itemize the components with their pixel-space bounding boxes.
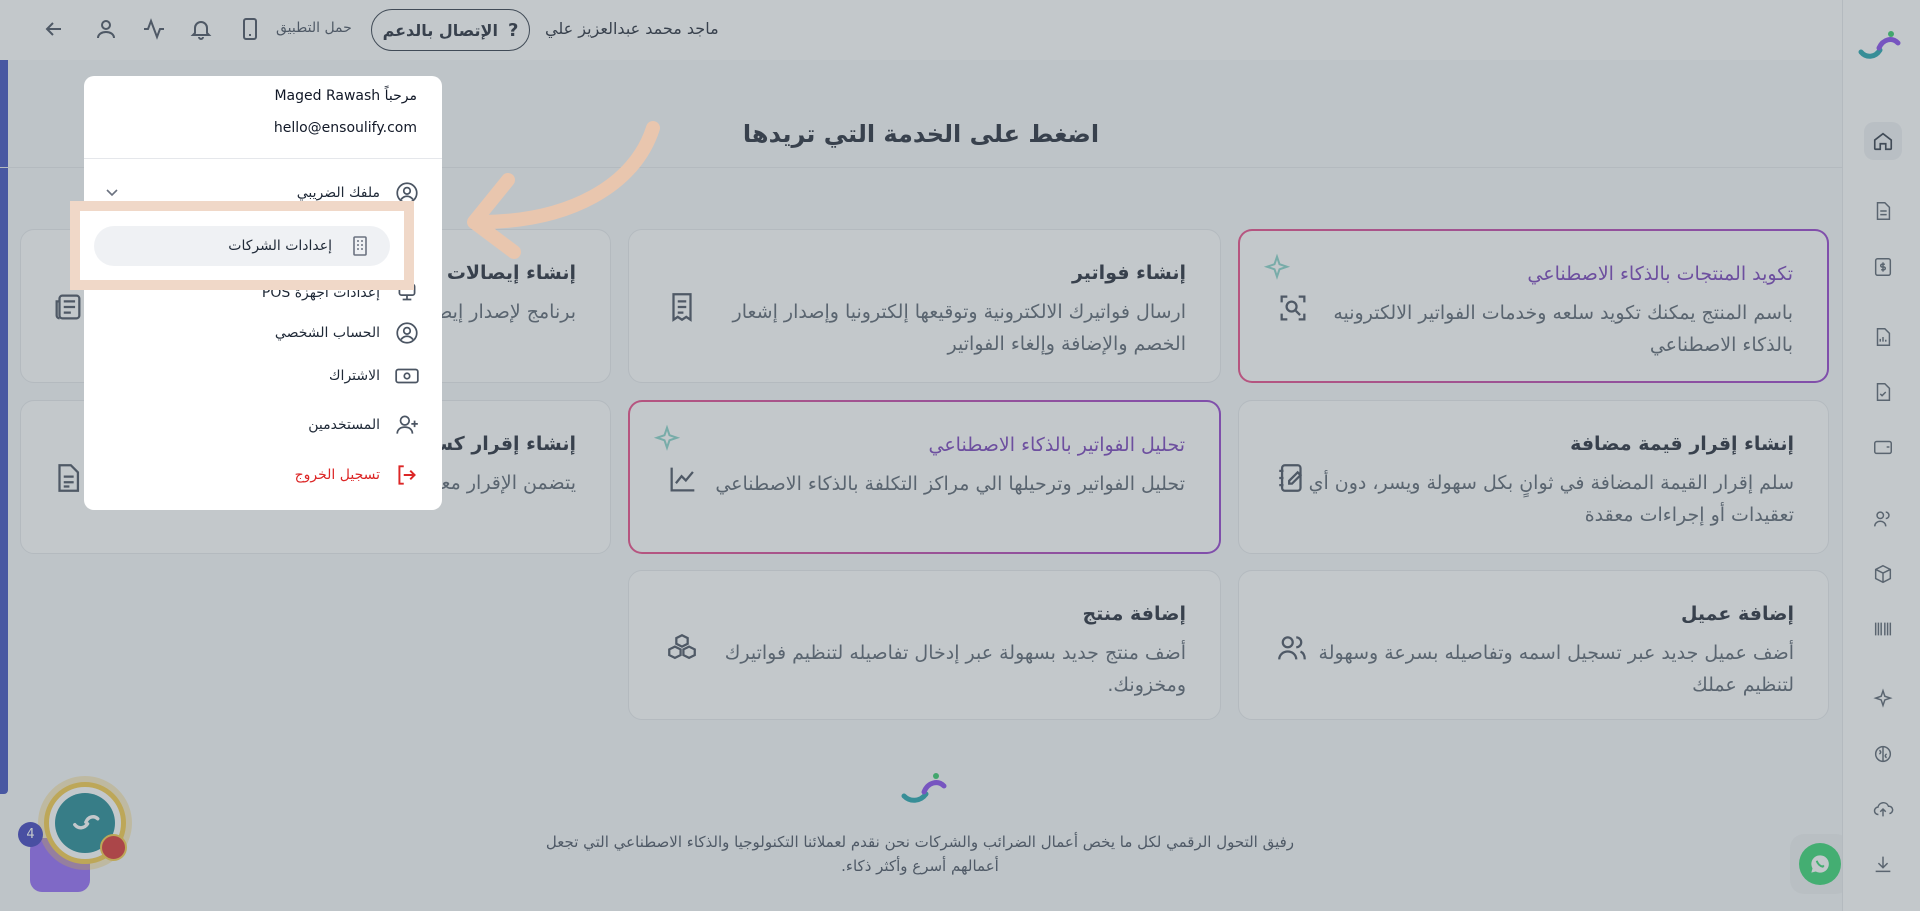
building-icon [353,236,367,256]
menu-item-personal-account[interactable]: الحساب الشخصي [275,320,420,346]
menu-item-logout[interactable]: تسجيل الخروج [295,462,420,488]
user-plus-icon [396,415,418,434]
menu-email: hello@ensoulify.com [273,120,417,136]
menu-item-label: ملفك الضريبي [296,185,380,201]
pointer-arrow [467,121,660,259]
menu-item-label: تسجيل الخروج [294,467,380,483]
menu-item-label: إعدادات الشركات [228,238,332,254]
menu-item-users[interactable]: المستخدمين [308,412,420,438]
menu-item-label: الحساب الشخصي [274,325,380,341]
menu-greeting: مرحباً Maged Rawash [274,88,417,104]
logout-icon [398,465,416,485]
chevron-down-icon[interactable] [104,184,120,200]
menu-item-subscription[interactable]: الاشتراك [329,363,420,389]
menu-divider [84,158,442,159]
user-dropdown-menu: مرحباً Maged Rawash hello@ensoulify.com … [84,76,442,510]
user-circle-icon [396,322,418,344]
banknote-icon [395,368,419,384]
menu-item-label: المستخدمين [308,417,380,433]
menu-item-companies-settings[interactable]: إعدادات الشركات [94,226,390,266]
menu-item-label: الاشتراك [329,368,380,384]
